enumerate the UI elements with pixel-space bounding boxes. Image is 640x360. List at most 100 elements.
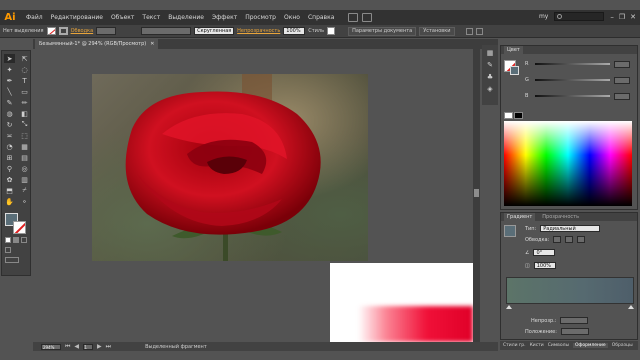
- gradient-location-field[interactable]: [560, 328, 589, 335]
- gradient-type-dropdown[interactable]: Радиальный: [540, 225, 601, 232]
- stroke-swatch[interactable]: [58, 27, 68, 35]
- graph-tool-icon[interactable]: ▥: [19, 175, 30, 184]
- b-slider[interactable]: [535, 95, 610, 97]
- variable-width-dropdown[interactable]: [141, 27, 192, 35]
- symbols-icon[interactable]: ♣: [485, 73, 495, 81]
- pen-tool-icon[interactable]: ✒: [4, 76, 15, 85]
- draw-mode-icon[interactable]: [5, 247, 11, 253]
- rose-photo[interactable]: [92, 74, 368, 261]
- perspective-grid-tool-icon[interactable]: ▦: [19, 142, 30, 151]
- close-button[interactable]: ✕: [630, 13, 636, 21]
- opacity-field[interactable]: 100%: [283, 27, 306, 35]
- screen-mode-icon[interactable]: [5, 257, 19, 263]
- gradient-tool-icon[interactable]: ▤: [19, 153, 30, 162]
- tab-brushes[interactable]: Кисти: [530, 343, 544, 348]
- color-mode-icon[interactable]: [5, 237, 11, 243]
- gradient-opacity-field[interactable]: [560, 317, 589, 324]
- swatches-icon[interactable]: ▦: [485, 49, 495, 57]
- stroke-link[interactable]: Обводка: [71, 28, 94, 34]
- stroke-gradient-1[interactable]: [553, 236, 562, 243]
- stroke-weight-dropdown[interactable]: [96, 27, 117, 35]
- maximize-button[interactable]: ❐: [619, 13, 625, 21]
- opacity-link[interactable]: Непрозрачность: [237, 28, 280, 34]
- type-tool-icon[interactable]: T: [19, 76, 30, 85]
- blend-tool-icon[interactable]: ◎: [19, 164, 30, 173]
- menu-view[interactable]: Просмотр: [241, 14, 280, 21]
- tab-gradient[interactable]: Градиент: [504, 213, 536, 221]
- document-tab[interactable]: Безымянный-1* @ 294% (RGB/Просмотр) ✕: [35, 39, 159, 49]
- gradient-angle-field[interactable]: 0°: [533, 249, 556, 256]
- rotate-tool-icon[interactable]: ↻: [4, 120, 15, 129]
- arrange-icon[interactable]: [465, 27, 473, 35]
- tab-transparency[interactable]: Прозрачность: [539, 213, 582, 221]
- pencil-tool-icon[interactable]: ✏: [19, 98, 30, 107]
- stroke-color-box[interactable]: [13, 221, 26, 234]
- rectangle-tool-icon[interactable]: ▭: [19, 87, 30, 96]
- shape-builder-tool-icon[interactable]: ◔: [4, 142, 15, 151]
- style-swatch[interactable]: [327, 27, 336, 35]
- fill-swatch[interactable]: [46, 27, 56, 35]
- gradient-stop-left[interactable]: [506, 305, 512, 309]
- menu-object[interactable]: Объект: [107, 14, 138, 21]
- menu-select[interactable]: Выделение: [164, 14, 208, 21]
- canvas-area[interactable]: [33, 49, 473, 342]
- line-tool-icon[interactable]: ╲: [4, 87, 15, 96]
- scale-tool-icon[interactable]: ⤡: [19, 120, 30, 129]
- none-mode-icon[interactable]: [21, 237, 27, 243]
- width-tool-icon[interactable]: ≍: [4, 131, 15, 140]
- stroke-gradient-3[interactable]: [577, 236, 586, 243]
- slice-tool-icon[interactable]: ⌿: [19, 186, 30, 195]
- symbol-sprayer-tool-icon[interactable]: ✿: [4, 175, 15, 184]
- menu-window[interactable]: Окно: [280, 14, 304, 21]
- paintbrush-tool-icon[interactable]: ✎: [4, 98, 15, 107]
- lasso-tool-icon[interactable]: ◌: [19, 65, 30, 74]
- panel-menu-icon[interactable]: [475, 27, 483, 35]
- layers-icon[interactable]: ◈: [485, 85, 495, 93]
- fill-stroke-control[interactable]: [2, 213, 30, 235]
- menu-file[interactable]: Файл: [22, 14, 47, 21]
- gradient-artboard[interactable]: [330, 263, 473, 342]
- status-tool-label[interactable]: Выделенный фрагмент: [145, 344, 207, 350]
- help-search-input[interactable]: [554, 12, 605, 21]
- first-page-icon[interactable]: ⏮: [65, 343, 70, 351]
- tab-symbols[interactable]: Символы: [548, 343, 569, 348]
- vertical-scrollbar[interactable]: [473, 49, 480, 342]
- tab-appearance[interactable]: Оформление: [573, 343, 608, 348]
- r-slider[interactable]: [535, 63, 610, 65]
- menu-type[interactable]: Текст: [138, 14, 164, 21]
- tab-graphic-styles[interactable]: Стили гр.: [503, 343, 526, 348]
- white-swatch[interactable]: [504, 112, 513, 119]
- magic-wand-tool-icon[interactable]: ✦: [4, 65, 15, 74]
- workspace-switcher[interactable]: my: [539, 13, 548, 20]
- bridge-icon[interactable]: [348, 13, 359, 22]
- red-gradient-shape[interactable]: [358, 306, 473, 342]
- gradient-thumbnail[interactable]: [504, 225, 516, 237]
- menu-edit[interactable]: Редактирование: [47, 14, 107, 21]
- color-spectrum[interactable]: [504, 121, 632, 206]
- gradient-mode-icon[interactable]: [13, 237, 19, 243]
- tab-swatches[interactable]: Образцы: [612, 343, 633, 348]
- preferences-button[interactable]: Установки: [419, 26, 455, 36]
- menu-help[interactable]: Справка: [304, 14, 338, 21]
- gradient-aspect-field[interactable]: 100%: [533, 262, 556, 269]
- eyedropper-tool-icon[interactable]: ⚲: [4, 164, 15, 173]
- blob-brush-tool-icon[interactable]: ◍: [4, 109, 15, 118]
- scrollbar-thumb[interactable]: [474, 189, 479, 197]
- minimize-button[interactable]: –: [610, 13, 614, 21]
- eraser-tool-icon[interactable]: ◧: [19, 109, 30, 118]
- arrange-documents-icon[interactable]: [362, 13, 373, 22]
- brushes-icon[interactable]: ✎: [485, 61, 495, 69]
- brush-dropdown[interactable]: Скругленная: [194, 27, 235, 35]
- stroke-gradient-2[interactable]: [565, 236, 574, 243]
- last-page-icon[interactable]: ⏭: [106, 343, 111, 351]
- mesh-tool-icon[interactable]: ⊞: [4, 153, 15, 162]
- document-setup-button[interactable]: Параметры документа: [348, 26, 417, 36]
- color-fill-swatch[interactable]: [510, 66, 519, 75]
- zoom-tool-icon[interactable]: ⚬: [19, 197, 30, 206]
- zoom-field[interactable]: 294%: [41, 343, 61, 350]
- gradient-stop-right[interactable]: [628, 305, 634, 309]
- artboard-tool-icon[interactable]: ⬒: [4, 186, 15, 195]
- gradient-slider[interactable]: [506, 277, 634, 304]
- black-swatch[interactable]: [514, 112, 523, 119]
- b-value-field[interactable]: [614, 92, 630, 100]
